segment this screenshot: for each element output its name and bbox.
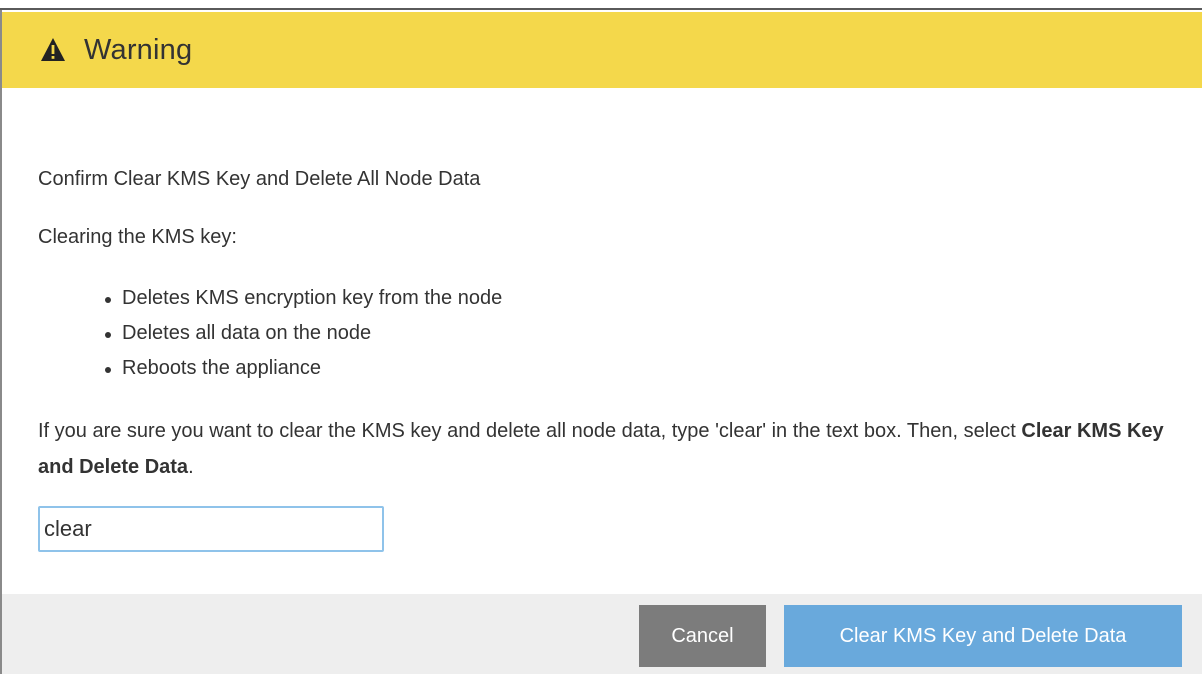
dialog-header: Warning: [2, 12, 1202, 88]
instructions-text: If you are sure you want to clear the KM…: [38, 413, 1178, 485]
warning-dialog: Warning Confirm Clear KMS Key and Delete…: [0, 0, 1202, 674]
list-item: Reboots the appliance: [38, 351, 502, 386]
list-item: Deletes KMS encryption key from the node: [38, 281, 502, 316]
dialog-left-border: [0, 10, 2, 674]
clear-kms-key-and-delete-data-button[interactable]: Clear KMS Key and Delete Data: [784, 605, 1182, 667]
dialog-top-border: [0, 0, 1202, 10]
warning-triangle-icon: [40, 37, 66, 63]
consequence-list: Deletes KMS encryption key from the node…: [38, 281, 502, 386]
instructions-prefix: If you are sure you want to clear the KM…: [38, 420, 1022, 442]
confirmation-input[interactable]: [38, 506, 384, 552]
dialog-title: Warning: [84, 33, 193, 66]
list-item: Deletes all data on the node: [38, 316, 502, 351]
confirm-heading: Confirm Clear KMS Key and Delete All Nod…: [38, 168, 481, 190]
dialog-footer: Cancel Clear KMS Key and Delete Data: [2, 594, 1202, 674]
cancel-button[interactable]: Cancel: [639, 605, 766, 667]
clearing-intro: Clearing the KMS key:: [38, 226, 237, 248]
instructions-suffix: .: [188, 456, 194, 478]
